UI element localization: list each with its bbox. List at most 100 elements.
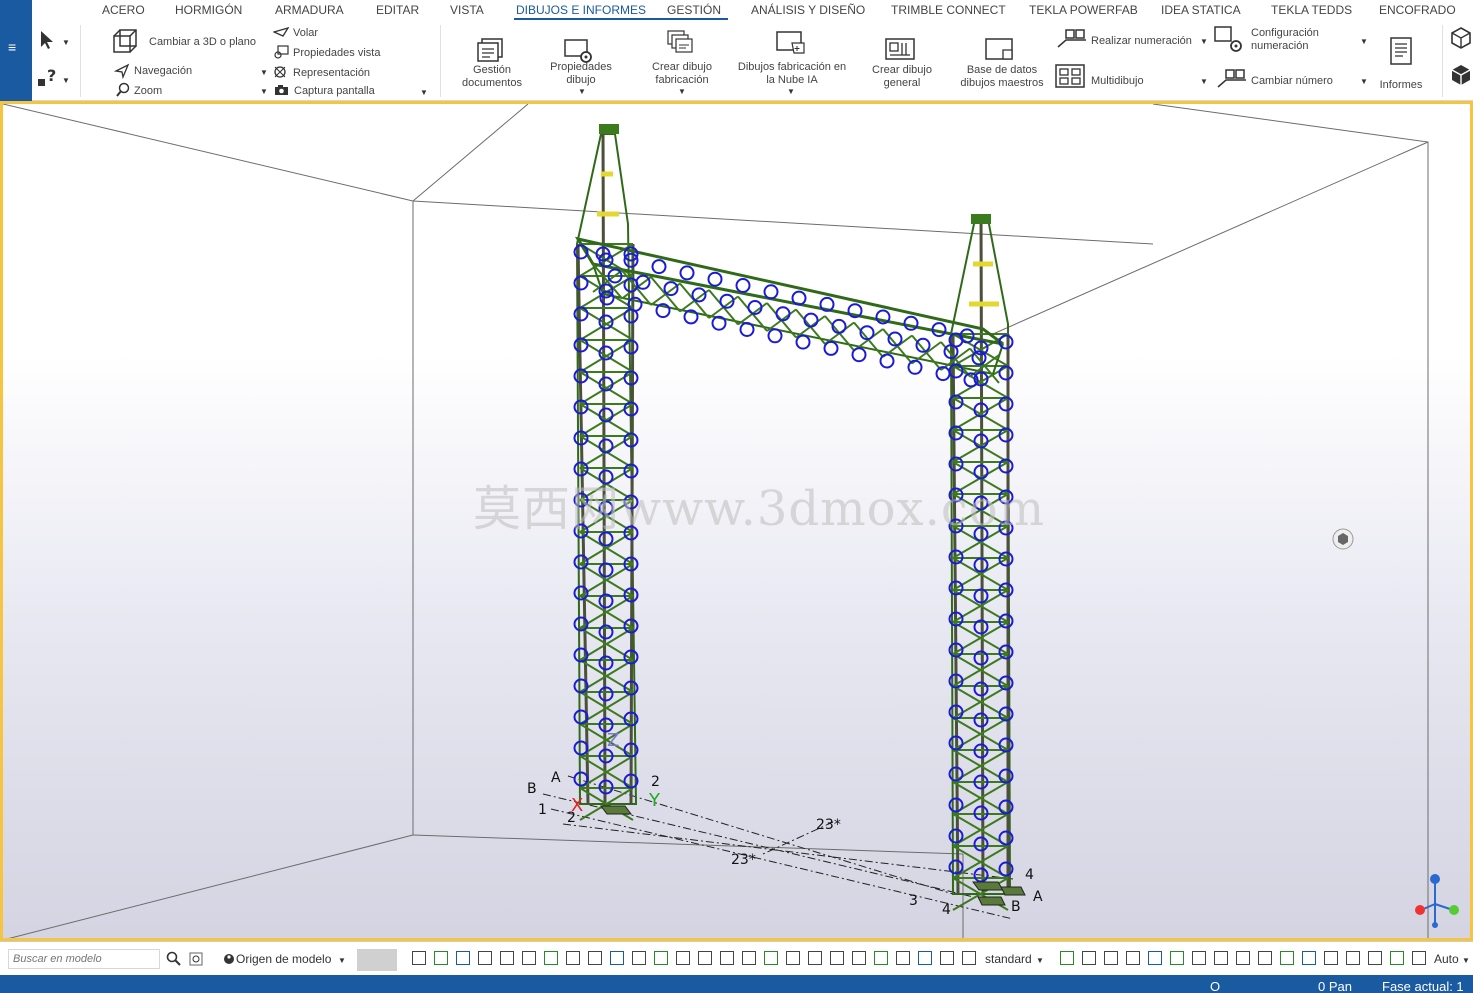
- tab-analisis-y-diseno[interactable]: ANÁLISIS Y DISEÑO: [751, 3, 865, 17]
- tab-gestion[interactable]: GESTIÓN: [667, 3, 721, 17]
- view-properties-icon[interactable]: [273, 45, 289, 59]
- bolt-group[interactable]: [823, 340, 839, 356]
- toolbar-tool-icon[interactable]: [720, 951, 734, 965]
- propiedades-dibujo-dropdown-icon[interactable]: ▼: [578, 87, 586, 96]
- bolt-group[interactable]: [663, 281, 679, 297]
- dibujos-nube-ia-label[interactable]: Dibujos fabricación en la Nube IA: [732, 61, 852, 87]
- numbering-settings-icon[interactable]: [1212, 24, 1246, 54]
- toolbar-tool-icon[interactable]: [654, 951, 668, 965]
- tab-encofrado[interactable]: ENCOFRADO: [1379, 3, 1456, 17]
- origin-dropdown-icon[interactable]: ▼: [338, 956, 346, 965]
- toolbar-tool-icon[interactable]: [1236, 951, 1250, 965]
- navegacion-dropdown-icon[interactable]: ▼: [260, 68, 268, 77]
- bolt-group[interactable]: [879, 353, 895, 369]
- toolbar-tool-icon[interactable]: [1082, 951, 1096, 965]
- multidibujo-dropdown-icon[interactable]: ▼: [1200, 77, 1208, 86]
- search-options-icon[interactable]: [188, 951, 204, 967]
- zoom-label[interactable]: Zoom: [134, 85, 162, 98]
- toolbar-tool-icon[interactable]: [808, 951, 822, 965]
- tab-editar[interactable]: EDITAR: [376, 3, 419, 17]
- toolbar-tool-icon[interactable]: [852, 951, 866, 965]
- bolt-group[interactable]: [907, 359, 923, 375]
- navegacion-label[interactable]: Navegación: [134, 65, 192, 78]
- bolt-group[interactable]: [651, 259, 667, 275]
- bolt-group[interactable]: [598, 562, 614, 578]
- tab-vista[interactable]: VISTA: [450, 3, 484, 17]
- bolt-group[interactable]: [791, 290, 807, 306]
- change-number-icon[interactable]: [1214, 67, 1250, 91]
- base-plates[interactable]: [600, 805, 1026, 906]
- toolbar-tool-icon[interactable]: [632, 951, 646, 965]
- zoom-icon[interactable]: [115, 82, 131, 98]
- toolbar-tool-icon[interactable]: [830, 951, 844, 965]
- tab-idea-statica[interactable]: IDEA STATICA: [1161, 3, 1241, 17]
- toolbar-tool-icon[interactable]: [544, 951, 558, 965]
- realizar-dropdown-icon[interactable]: ▼: [1200, 37, 1208, 46]
- select-arrow-icon[interactable]: [38, 29, 58, 51]
- view-cube-icon[interactable]: [1332, 528, 1354, 550]
- bolt-group[interactable]: [707, 271, 723, 287]
- gestion-documentos-label[interactable]: Gestión documentos: [456, 64, 528, 90]
- view-mode-selector[interactable]: standard: [985, 952, 1032, 966]
- tab-acero[interactable]: ACERO: [102, 3, 145, 17]
- representacion-label[interactable]: Representación: [293, 67, 370, 80]
- cambiar-3d-plano-label[interactable]: Cambiar a 3D o plano: [149, 36, 256, 49]
- toolbar-tool-icon[interactable]: [786, 951, 800, 965]
- bolt-group[interactable]: [763, 284, 779, 300]
- toolbar-tool-icon[interactable]: [1280, 951, 1294, 965]
- bolt-group[interactable]: [803, 312, 819, 328]
- toolbar-tool-icon[interactable]: [1346, 951, 1360, 965]
- view-mode-dropdown-icon[interactable]: ▼: [1036, 956, 1044, 965]
- cambiar-numero-label[interactable]: Cambiar número: [1251, 75, 1333, 88]
- tab-hormigon[interactable]: HORMIGÓN: [175, 3, 242, 17]
- bolt-groups[interactable]: [573, 244, 1014, 883]
- tab-tekla-powerfab[interactable]: TEKLA POWERFAB: [1029, 3, 1138, 17]
- toolbar-tool-icon[interactable]: [478, 951, 492, 965]
- nube-dropdown-icon[interactable]: ▼: [787, 87, 795, 96]
- toolbar-tool-icon[interactable]: [1148, 951, 1162, 965]
- volar-label[interactable]: Volar: [293, 27, 318, 40]
- toolbar-tool-icon[interactable]: [456, 951, 470, 965]
- tab-dibujos-e-informes[interactable]: DIBUJOS E INFORMES: [516, 3, 646, 17]
- captura-dropdown-icon[interactable]: ▼: [420, 88, 428, 97]
- document-management-icon[interactable]: [476, 35, 508, 63]
- fabrication-drawing-icon[interactable]: [664, 29, 696, 59]
- toolbar-tool-icon[interactable]: [764, 951, 778, 965]
- tab-tekla-tedds[interactable]: TEKLA TEDDS: [1271, 3, 1352, 17]
- captura-pantalla-label[interactable]: Captura pantalla: [294, 85, 375, 98]
- help-dropdown-icon[interactable]: ▼: [62, 76, 70, 85]
- hamburger-menu-icon[interactable]: ≡: [8, 40, 16, 54]
- fly-icon[interactable]: [273, 25, 289, 39]
- toolbar-tool-icon[interactable]: [1390, 951, 1404, 965]
- toolbar-tool-icon[interactable]: [962, 951, 976, 965]
- auto-dropdown-icon[interactable]: ▼: [1462, 956, 1470, 965]
- master-drawing-database-icon[interactable]: [983, 35, 1017, 63]
- base-datos-dibujos-maestros-label[interactable]: Base de datos dibujos maestros: [954, 64, 1050, 90]
- bolt-group[interactable]: [767, 328, 783, 344]
- cambiar-numero-dropdown-icon[interactable]: ▼: [1360, 77, 1368, 86]
- toolbar-tool-icon[interactable]: [1192, 951, 1206, 965]
- search-icon[interactable]: [166, 951, 182, 967]
- representation-icon[interactable]: [273, 65, 289, 79]
- toolbar-tool-icon[interactable]: [1060, 951, 1074, 965]
- realizar-numeracion-label[interactable]: Realizar numeración: [1091, 35, 1192, 48]
- auto-selector[interactable]: Auto: [1434, 952, 1459, 966]
- zoom-dropdown-icon[interactable]: ▼: [260, 87, 268, 96]
- multidrawing-icon[interactable]: [1054, 63, 1088, 89]
- crear-fabricacion-dropdown-icon[interactable]: ▼: [678, 87, 686, 96]
- bolt-group[interactable]: [795, 334, 811, 350]
- model-viewport[interactable]: A B 1 2 2 23* 23* 3 4 4 A B X Y Z 莫西网www…: [0, 101, 1473, 941]
- configuracion-dropdown-icon[interactable]: ▼: [1360, 37, 1368, 46]
- crear-dibujo-fabricacion-label[interactable]: Crear dibujo fabricación: [644, 61, 720, 87]
- toolbar-tool-icon[interactable]: [1214, 951, 1228, 965]
- camera-icon[interactable]: [274, 84, 290, 96]
- toolbar-tool-icon[interactable]: [1324, 951, 1338, 965]
- numbering-icon[interactable]: [1054, 27, 1090, 51]
- bolt-group[interactable]: [679, 265, 695, 281]
- bolt-group[interactable]: [573, 554, 589, 570]
- switch-3d-plane-icon[interactable]: [112, 26, 146, 58]
- bolt-group[interactable]: [739, 322, 755, 337]
- bolt-group[interactable]: [851, 347, 867, 363]
- toolbar-tool-icon[interactable]: [412, 951, 426, 965]
- informes-label[interactable]: Informes: [1370, 79, 1432, 92]
